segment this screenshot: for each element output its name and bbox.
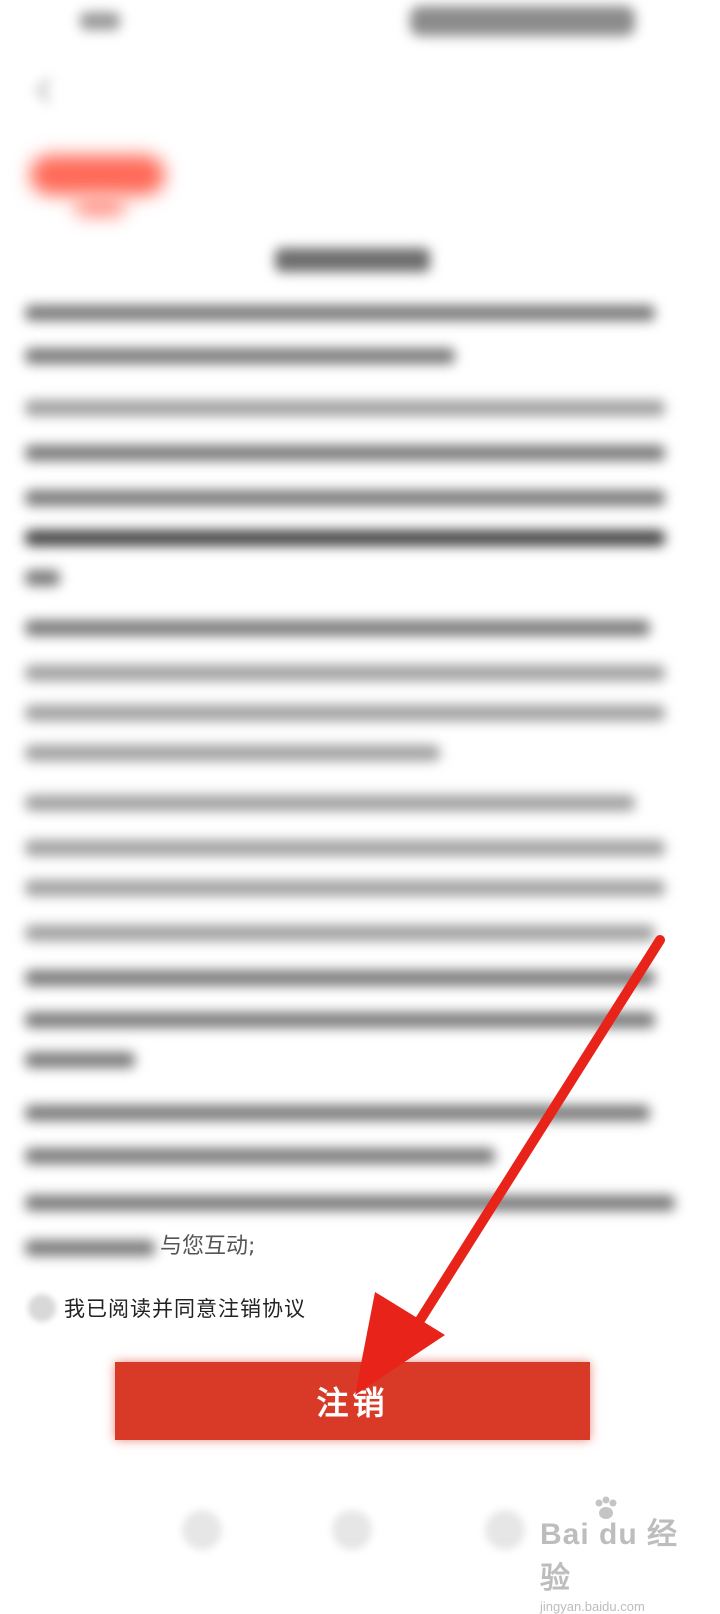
status-bar-time (80, 12, 120, 30)
text-line (25, 1105, 650, 1121)
text-line (25, 1052, 135, 1068)
agreement-tail-text: 与您互动; (160, 1234, 256, 1259)
text-line (25, 1012, 655, 1028)
agreement-checkbox[interactable] (28, 1294, 56, 1322)
deregister-button[interactable]: 注销 (115, 1362, 590, 1440)
header-badge-caption (75, 198, 125, 216)
text-line (25, 1148, 495, 1164)
text-line (25, 840, 665, 856)
nav-back-button[interactable] (182, 1510, 222, 1550)
text-line (25, 305, 655, 321)
text-line (25, 570, 60, 586)
text-line (25, 705, 665, 721)
status-bar-icons (410, 6, 635, 36)
agreement-checkbox-row[interactable]: 我已阅读并同意注销协议 (28, 1293, 306, 1323)
agreement-checkbox-label[interactable]: 我已阅读并同意注销协议 (64, 1293, 306, 1323)
text-line (25, 970, 655, 986)
text-line (25, 490, 665, 506)
text-line (25, 925, 655, 941)
text-line (25, 445, 665, 461)
header-badge (30, 155, 165, 195)
text-line (25, 1195, 675, 1211)
text-line (25, 400, 665, 416)
watermark: Bai du 经验 jingyan.baidu.com (540, 1495, 700, 1614)
agreement-title (275, 248, 430, 272)
text-line (25, 745, 440, 761)
watermark-brand: Bai du 经验 (540, 1518, 679, 1595)
text-line (25, 1240, 155, 1256)
watermark-url: jingyan.baidu.com (540, 1599, 645, 1614)
text-line (25, 665, 665, 681)
text-line (25, 348, 455, 364)
text-line (25, 795, 635, 811)
text-line (25, 620, 650, 636)
text-line (25, 530, 665, 546)
nav-recents-button[interactable] (485, 1510, 525, 1550)
nav-home-button[interactable] (332, 1510, 372, 1550)
text-line (25, 880, 665, 896)
paw-icon (595, 1496, 617, 1519)
back-icon[interactable] (36, 78, 61, 103)
